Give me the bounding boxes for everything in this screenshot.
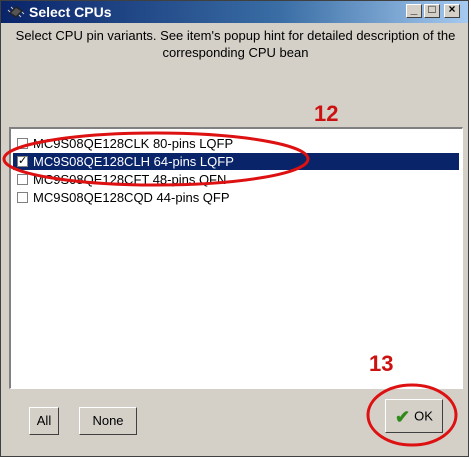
maximize-button[interactable]: □ (424, 2, 440, 18)
select-cpus-dialog: Select CPUs _ □ × Select CPU pin variant… (0, 0, 469, 457)
list-item-label: MC9S08QE128CFT 48-pins QFN (33, 172, 227, 187)
checkmark-icon: ✔ (395, 406, 411, 427)
checkbox[interactable] (17, 192, 28, 203)
checkbox[interactable]: ✓ (17, 156, 28, 167)
checkbox[interactable] (17, 138, 28, 149)
checkbox[interactable] (17, 174, 28, 185)
title-bar[interactable]: Select CPUs _ □ × (1, 1, 468, 23)
list-item[interactable]: MC9S08QE128CFT 48-pins QFN (13, 171, 459, 188)
list-item[interactable]: MC9S08QE128CLK 80-pins LQFP (13, 135, 459, 152)
minimize-icon: _ (410, 2, 418, 16)
window-title: Select CPUs (29, 4, 112, 20)
maximize-icon: □ (428, 2, 436, 16)
annotation-step-12: 12 (314, 101, 339, 126)
list-item-label: MC9S08QE128CLH 64-pins LQFP (33, 154, 234, 169)
list-item-label: MC9S08QE128CQD 44-pins QFP (33, 190, 230, 205)
dialog-description: Select CPU pin variants. See item's popu… (15, 28, 456, 60)
close-icon: × (448, 2, 456, 16)
ok-button[interactable]: ✔ OK (385, 399, 443, 433)
select-none-button[interactable]: None (79, 407, 137, 435)
close-button[interactable]: × (444, 2, 460, 18)
list-item[interactable]: ✓ MC9S08QE128CLH 64-pins LQFP (13, 153, 459, 170)
chip-icon (7, 4, 25, 19)
list-item-label: MC9S08QE128CLK 80-pins LQFP (33, 136, 234, 151)
minimize-button[interactable]: _ (406, 2, 422, 18)
ok-button-label: OK (414, 408, 433, 424)
select-all-button[interactable]: All (29, 407, 59, 435)
annotation-step-13: 13 (369, 351, 394, 376)
list-item[interactable]: MC9S08QE128CQD 44-pins QFP (13, 189, 459, 206)
cpu-variant-list[interactable]: MC9S08QE128CLK 80-pins LQFP ✓ MC9S08QE12… (9, 127, 463, 389)
